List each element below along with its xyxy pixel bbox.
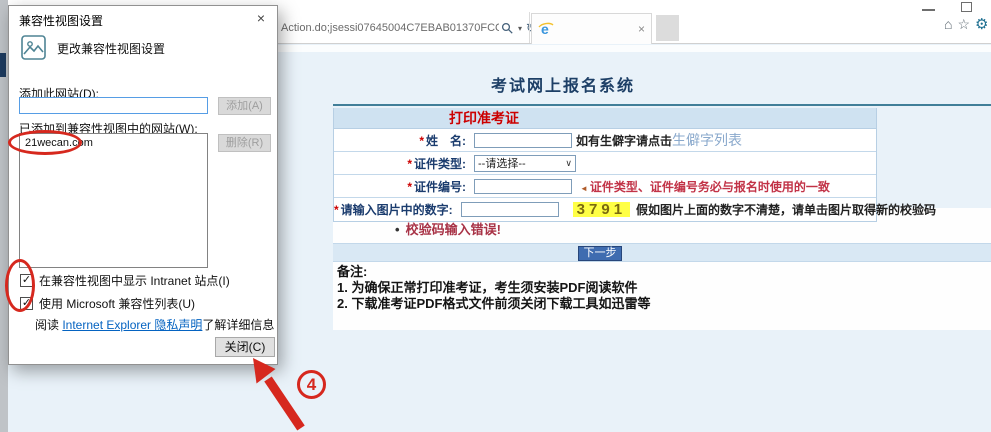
select-arrow-icon: ∨	[565, 158, 575, 169]
cert-type-select[interactable]: --请选择-- ∨	[474, 155, 576, 172]
mslist-checkbox-label: 使用 Microsoft 兼容性列表(U)	[39, 295, 195, 312]
annotation-ellipse-site	[8, 130, 82, 155]
name-label: 姓 名:	[426, 134, 466, 148]
left-triangle-icon: ◄	[580, 184, 588, 193]
validation-error: •校验码输入错误!	[395, 219, 501, 238]
gear-settings-icon[interactable]: ⚙	[975, 17, 988, 32]
tab-separator	[529, 12, 530, 43]
captcha-input[interactable]	[461, 202, 559, 217]
compatibility-view-icon	[20, 34, 47, 61]
window-minimize-button[interactable]	[922, 9, 935, 11]
required-mark: *	[419, 134, 424, 148]
note-item: 2. 下载准考证PDF格式文件前须关闭下载工具如迅雷等	[337, 296, 650, 312]
star-favorites-icon[interactable]: ☆	[957, 17, 970, 31]
page-title: 考试网上报名系统	[333, 72, 793, 96]
address-bar[interactable]: Action.do;jsessi07645004C7EBAB01370FCCA?…	[281, 14, 499, 42]
name-input[interactable]	[474, 133, 572, 148]
cert-type-label: 证件类型:	[414, 157, 466, 171]
next-step-button[interactable]: 下一步	[578, 246, 622, 261]
add-site-input[interactable]	[19, 97, 208, 114]
browser-tab[interactable]: e ×	[531, 13, 652, 44]
browser-toolbar-icons: ⌂ ☆ ⚙	[944, 13, 988, 35]
bullet-icon: •	[395, 222, 400, 237]
dialog-title: 兼容性视图设置	[19, 12, 103, 29]
window-edge-notch	[0, 53, 6, 77]
form-row-cert-type: *证件类型: --请选择-- ∨	[334, 152, 876, 175]
captcha-caption: 假如图片上面的数字不清楚，请单击图片取得新的校验码	[636, 201, 936, 218]
mslist-checkbox-row[interactable]: ✓ 使用 Microsoft 兼容性列表(U)	[20, 295, 195, 312]
cert-number-input[interactable]	[474, 179, 572, 194]
rare-char-hint: 如有生僻字请点击	[576, 132, 672, 149]
note-item: 1. 为确保正常打印准考证，考生须安装PDF阅读软件	[337, 280, 650, 296]
remove-button[interactable]: 删除(R)	[218, 134, 271, 152]
form-header: 打印准考证	[334, 108, 876, 129]
form-header-label: 打印准考证	[334, 108, 634, 129]
window-maximize-button[interactable]	[961, 2, 972, 12]
add-button[interactable]: 添加(A)	[218, 97, 271, 115]
intranet-checkbox-label: 在兼容性视图中显示 Intranet 站点(I)	[39, 272, 230, 289]
window-edge-strip	[0, 0, 8, 432]
cert-number-label: 证件编号:	[414, 180, 466, 194]
new-tab-button[interactable]	[656, 15, 679, 41]
form-row-captcha: *请输入图片中的数字: 3791 假如图片上面的数字不清楚，请单击图片取得新的校…	[334, 198, 876, 221]
home-icon[interactable]: ⌂	[944, 17, 952, 31]
compatibility-view-dialog: 兼容性视图设置 × 更改兼容性视图设置 添加此网站(D): 添加(A) 已添加到…	[8, 5, 278, 365]
form-row-name: *姓 名: 如有生僻字请点击生僻字列表	[334, 129, 876, 152]
screenshot-root: Action.do;jsessi07645004C7EBAB01370FCCA?…	[0, 0, 991, 432]
tab-close-icon[interactable]: ×	[638, 22, 645, 36]
privacy-statement-line: 阅读 Internet Explorer 隐私声明了解详细信息	[35, 316, 274, 333]
annotation-step-number: 4	[297, 370, 326, 399]
button-band	[333, 243, 991, 262]
notes-block: 备注: 1. 为确保正常打印准考证，考生须安装PDF阅读软件 2. 下载准考证P…	[337, 264, 650, 312]
title-divider	[333, 104, 991, 106]
dialog-close-icon[interactable]: ×	[245, 6, 277, 30]
intranet-checkbox-row[interactable]: ✓ 在兼容性视图中显示 Intranet 站点(I)	[20, 272, 230, 289]
chevron-down-icon[interactable]: ▾	[518, 24, 522, 33]
search-icon[interactable]	[501, 22, 514, 35]
ie-favicon-icon: e	[538, 21, 554, 37]
notes-title: 备注:	[337, 264, 650, 280]
dialog-subtitle: 更改兼容性视图设置	[57, 40, 165, 57]
privacy-statement-link[interactable]: Internet Explorer 隐私声明	[62, 318, 202, 332]
cert-warning-note: ◄证件类型、证件编号务必与报名时使用的一致	[580, 178, 830, 195]
captcha-label: 请输入图片中的数字:	[341, 203, 453, 217]
rare-char-list-link[interactable]: 生僻字列表	[672, 130, 742, 150]
annotation-ellipse-checkboxes	[5, 259, 35, 312]
captcha-image[interactable]: 3791	[573, 202, 630, 217]
form-row-cert-number: *证件编号: ◄证件类型、证件编号务必与报名时使用的一致	[334, 175, 876, 198]
print-ticket-form: 打印准考证 *姓 名: 如有生僻字请点击生僻字列表 *证件类型: --请选择--…	[333, 108, 877, 222]
